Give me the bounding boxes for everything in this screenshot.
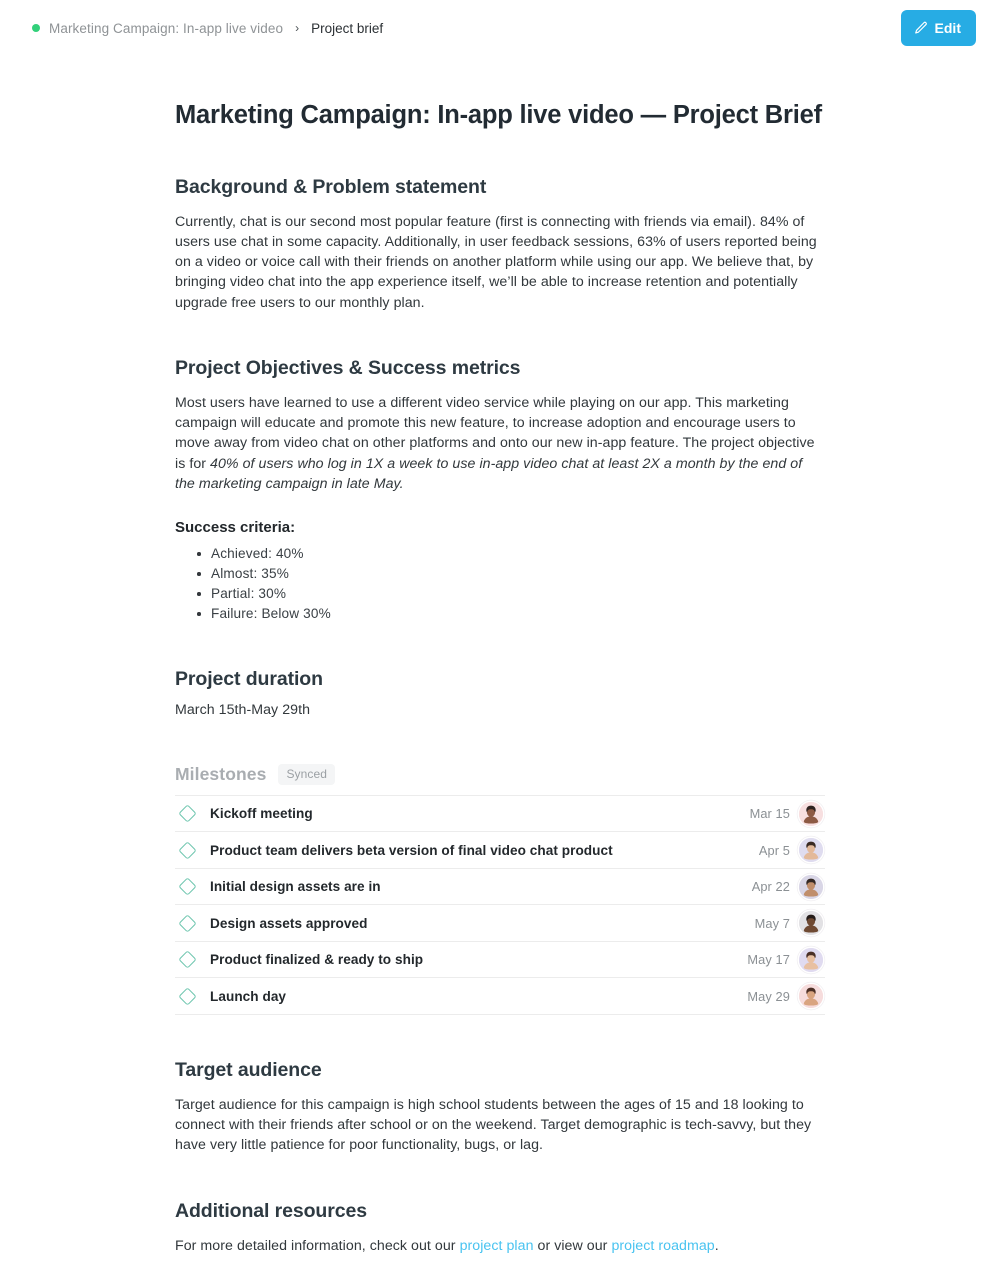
pencil-icon <box>914 21 928 35</box>
milestone-row[interactable]: Design assets approved May 7 <box>175 905 825 942</box>
milestone-name: Product team delivers beta version of fi… <box>210 842 613 858</box>
edit-button[interactable]: Edit <box>900 10 976 46</box>
list-item: Failure: Below 30% <box>197 604 825 624</box>
document-body: Marketing Campaign: In-app live video — … <box>175 56 825 1256</box>
list-item: Achieved: 40% <box>197 544 825 564</box>
milestone-date: May 7 <box>754 915 790 931</box>
milestone-name: Design assets approved <box>210 915 368 931</box>
section-heading-resources: Additional resources <box>175 1199 367 1222</box>
milestone-name: Initial design assets are in <box>210 879 381 895</box>
milestone-row[interactable]: Kickoff meeting Mar 15 <box>175 796 825 833</box>
success-criteria-list: Achieved: 40% Almost: 35% Partial: 30% F… <box>175 544 825 624</box>
milestone-date: Mar 15 <box>749 806 790 822</box>
milestone-row[interactable]: Initial design assets are in Apr 22 <box>175 869 825 906</box>
milestone-date: May 17 <box>747 952 790 968</box>
objectives-italic-text: 40% of users who log in 1X a week to use… <box>175 455 803 492</box>
chevron-right-icon: › <box>295 21 300 35</box>
diamond-icon[interactable] <box>178 950 197 969</box>
section-heading-background: Background & Problem statement <box>175 175 487 198</box>
top-bar: Marketing Campaign: In-app live video › … <box>0 0 1000 56</box>
success-criteria-heading: Success criteria: <box>175 518 296 536</box>
project-roadmap-link[interactable]: project roadmap <box>611 1238 714 1254</box>
section-heading-duration: Project duration <box>175 667 323 690</box>
status-badge-synced: Synced <box>278 763 336 785</box>
edit-button-label: Edit <box>934 20 961 36</box>
resources-text-middle: or view our <box>533 1237 612 1254</box>
resources-text-after: . <box>714 1237 719 1254</box>
diamond-icon[interactable] <box>178 840 197 860</box>
diamond-icon[interactable] <box>178 804 197 823</box>
section-body-objectives: Most users have learned to use a differe… <box>175 393 825 494</box>
avatar[interactable] <box>799 838 823 863</box>
project-duration-value: March 15th-May 29th <box>175 701 311 718</box>
avatar[interactable] <box>799 947 823 972</box>
milestone-row[interactable]: Launch day May 29 <box>175 978 825 1015</box>
milestones-list: Kickoff meeting Mar 15 Product team delive… <box>175 794 825 1015</box>
avatar[interactable] <box>799 874 823 899</box>
section-body-background: Currently, chat is our second most popul… <box>175 213 817 311</box>
milestones-title: Milestones <box>175 763 267 784</box>
project-plan-link[interactable]: project plan <box>460 1238 534 1254</box>
section-body-resources: For more detailed information, check out… <box>175 1236 825 1256</box>
milestones-header: Milestones Synced <box>175 763 825 785</box>
resources-text-before: For more detailed information, check out… <box>175 1237 460 1254</box>
milestone-date: Apr 5 <box>758 842 790 858</box>
status-dot-green-icon <box>32 24 40 32</box>
breadcrumb-parent-link[interactable]: Marketing Campaign: In-app live video <box>49 21 283 36</box>
avatar[interactable] <box>799 801 823 826</box>
list-item: Almost: 35% <box>197 564 825 584</box>
milestone-name: Product finalized & ready to ship <box>210 952 424 968</box>
diamond-icon[interactable] <box>178 913 197 933</box>
milestone-name: Launch day <box>210 988 287 1004</box>
milestone-name: Kickoff meeting <box>210 806 313 822</box>
diamond-icon[interactable] <box>178 986 197 1006</box>
avatar[interactable] <box>799 984 823 1009</box>
breadcrumb: Marketing Campaign: In-app live video › … <box>32 21 383 36</box>
section-heading-audience: Target audience <box>175 1058 322 1081</box>
list-item: Partial: 30% <box>197 584 825 604</box>
breadcrumb-current[interactable]: Project brief <box>311 21 383 36</box>
milestone-date: Apr 22 <box>751 879 790 895</box>
section-body-audience: Target audience for this campaign is hig… <box>175 1096 812 1154</box>
page-title: Marketing Campaign: In-app live video — … <box>175 101 822 129</box>
milestone-row[interactable]: Product finalized & ready to ship May 17 <box>175 942 825 979</box>
avatar[interactable] <box>799 911 823 936</box>
section-heading-objectives: Project Objectives & Success metrics <box>175 356 521 379</box>
diamond-icon[interactable] <box>178 877 197 896</box>
milestone-row[interactable]: Product team delivers beta version of fi… <box>175 832 825 869</box>
milestone-date: May 29 <box>747 988 790 1004</box>
